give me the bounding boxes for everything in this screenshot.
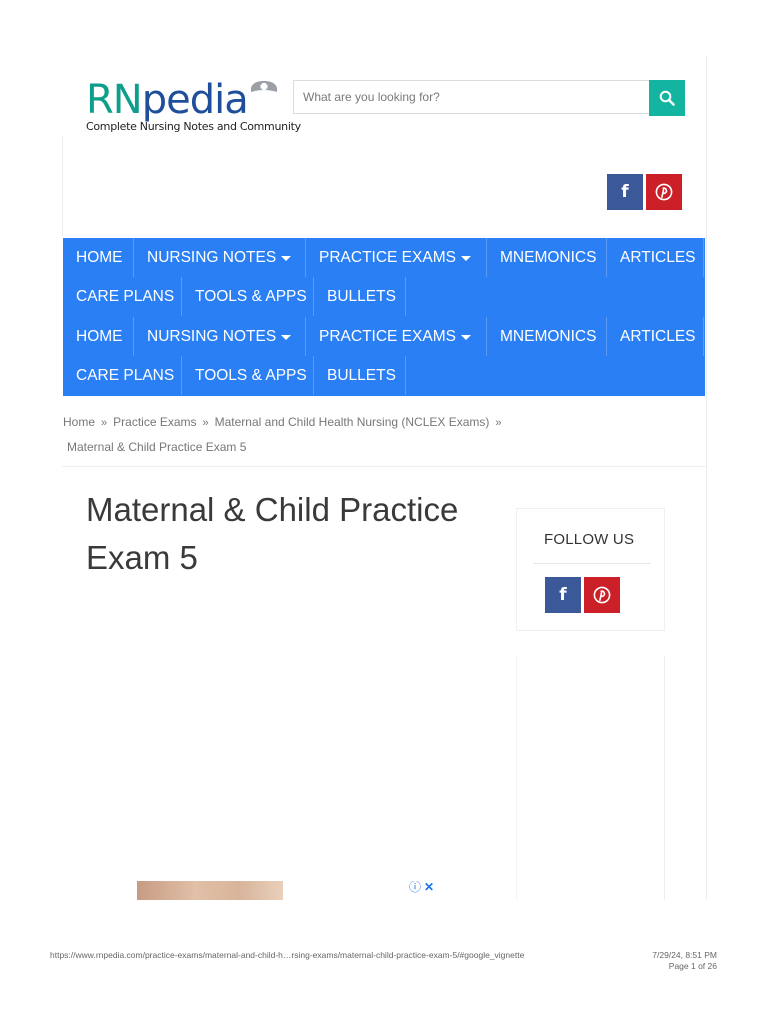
nav-care-plans[interactable]: CARE PLANS xyxy=(63,277,182,316)
nav-row-4: CARE PLANS TOOLS & APPS BULLETS xyxy=(63,356,406,395)
caret-down-icon xyxy=(460,335,471,340)
nav-row-3: HOME NURSING NOTES PRACTICE EXAMS MNEMON… xyxy=(63,317,704,356)
facebook-icon: f xyxy=(621,182,629,202)
follow-social-icons: f xyxy=(545,577,620,613)
print-footer-url: https://www.rnpedia.com/practice-exams/m… xyxy=(50,950,525,960)
nav-bullets[interactable]: BULLETS xyxy=(314,277,406,316)
nav-practice-exams[interactable]: PRACTICE EXAMS xyxy=(306,317,487,356)
nav-tools-apps[interactable]: TOOLS & APPS xyxy=(182,277,314,316)
header-divider xyxy=(62,136,63,236)
search-icon xyxy=(659,90,675,106)
nav-nursing-notes[interactable]: NURSING NOTES xyxy=(134,238,306,277)
pinterest-icon xyxy=(655,183,673,201)
nav-row-1: HOME NURSING NOTES PRACTICE EXAMS MNEMON… xyxy=(63,238,704,277)
breadcrumb-separator: » xyxy=(202,417,209,429)
search-bar xyxy=(293,80,687,116)
nurse-cap-icon xyxy=(251,81,277,92)
follow-us-title: FOLLOW US xyxy=(544,531,635,548)
nav-bullets[interactable]: BULLETS xyxy=(314,356,406,395)
follow-us-widget: FOLLOW US f xyxy=(516,508,665,631)
nav-articles[interactable]: ARTICLES xyxy=(607,317,704,356)
sidebar-ad-slot xyxy=(516,656,665,900)
print-footer-page: Page 1 of 26 xyxy=(668,961,717,971)
nav-home[interactable]: HOME xyxy=(63,238,134,277)
breadcrumb: Home » Practice Exams » Maternal and Child H… xyxy=(63,410,508,459)
ad-image[interactable] xyxy=(137,881,283,900)
pinterest-icon xyxy=(593,586,611,604)
search-button[interactable] xyxy=(649,80,685,116)
logo-tagline: Complete Nursing Notes and Community xyxy=(86,120,301,133)
pinterest-button[interactable] xyxy=(584,577,620,613)
nav-articles[interactable]: ARTICLES xyxy=(607,238,704,277)
nav-nursing-notes[interactable]: NURSING NOTES xyxy=(134,317,306,356)
nav-practice-exams[interactable]: PRACTICE EXAMS xyxy=(306,238,487,277)
nav-care-plans[interactable]: CARE PLANS xyxy=(63,356,182,395)
caret-down-icon xyxy=(281,335,292,340)
content-card-border xyxy=(62,466,706,467)
caret-down-icon xyxy=(281,256,292,261)
print-footer-datetime: 7/29/24, 8:51 PM xyxy=(652,950,717,960)
facebook-button[interactable]: f xyxy=(545,577,581,613)
breadcrumb-separator: » xyxy=(495,417,502,429)
advertisement[interactable]: ⓘ ✕ xyxy=(137,881,437,900)
ad-close-icon[interactable]: ✕ xyxy=(424,881,434,894)
breadcrumb-maternal-child[interactable]: Maternal and Child Health Nursing (NCLEX… xyxy=(215,415,490,429)
nav-row-2: CARE PLANS TOOLS & APPS BULLETS xyxy=(63,277,406,316)
nav-tools-apps[interactable]: TOOLS & APPS xyxy=(182,356,314,395)
site-logo[interactable]: RNpedia Complete Nursing Notes and Commu… xyxy=(86,78,301,133)
search-input[interactable] xyxy=(293,80,649,114)
nav-home[interactable]: HOME xyxy=(63,317,134,356)
print-footer-meta: 7/29/24, 8:51 PM Page 1 of 26 xyxy=(652,950,717,972)
breadcrumb-home[interactable]: Home xyxy=(63,415,95,429)
breadcrumb-current: Maternal & Child Practice Exam 5 xyxy=(67,440,247,454)
page-title: Maternal & Child Practice Exam 5 xyxy=(86,491,459,576)
header-social: f xyxy=(607,174,682,210)
facebook-button[interactable]: f xyxy=(607,174,643,210)
nav-mnemonics[interactable]: MNEMONICS xyxy=(487,317,607,356)
ad-info-icon[interactable]: ⓘ xyxy=(409,881,421,894)
ad-controls: ⓘ ✕ xyxy=(409,881,434,894)
caret-down-icon xyxy=(460,256,471,261)
divider xyxy=(533,563,651,564)
facebook-icon: f xyxy=(559,585,567,605)
main-nav: HOME NURSING NOTES PRACTICE EXAMS MNEMON… xyxy=(63,238,705,396)
nav-mnemonics[interactable]: MNEMONICS xyxy=(487,238,607,277)
breadcrumb-separator: » xyxy=(101,417,108,429)
pinterest-button[interactable] xyxy=(646,174,682,210)
breadcrumb-practice-exams[interactable]: Practice Exams xyxy=(113,415,196,429)
